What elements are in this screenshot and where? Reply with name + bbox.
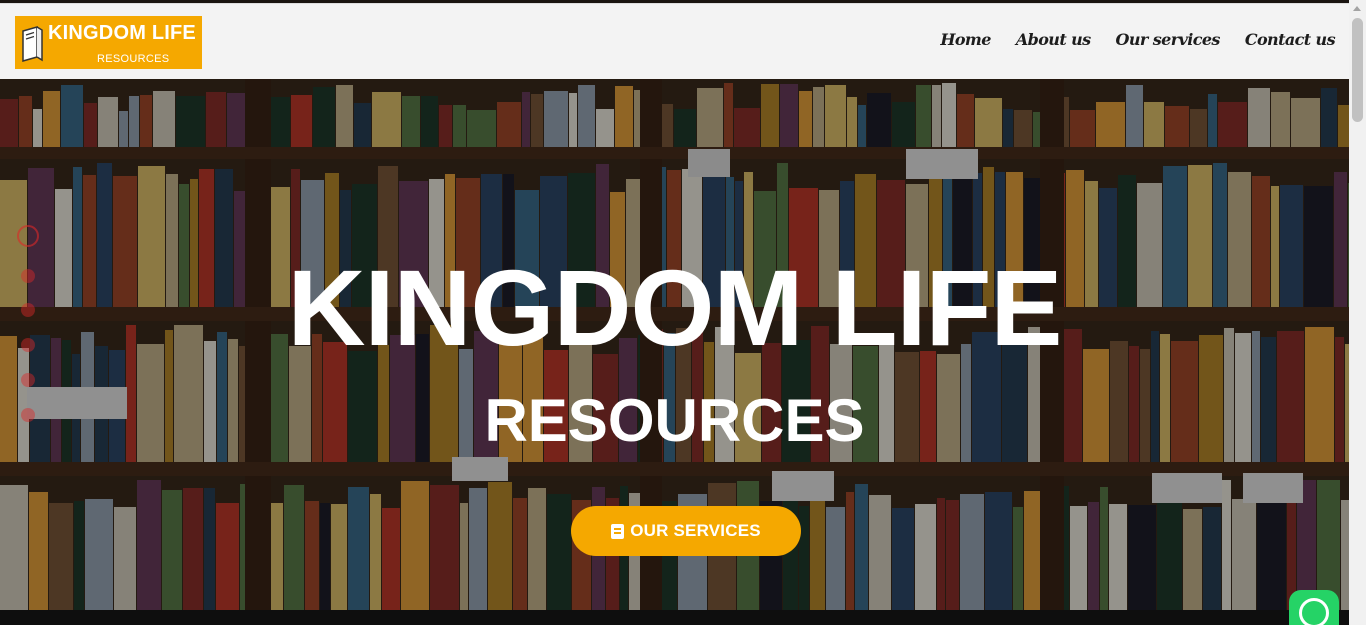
scroll-up-arrow-icon[interactable] bbox=[1353, 6, 1361, 11]
scrollbar-thumb[interactable] bbox=[1352, 18, 1363, 122]
site-logo[interactable]: KINGDOM LIFE RESOURCES bbox=[15, 16, 202, 69]
slider-dot-active[interactable] bbox=[17, 225, 39, 247]
nav-home[interactable]: Home bbox=[940, 30, 991, 49]
whatsapp-icon bbox=[1299, 598, 1329, 625]
nav-contact-us[interactable]: Contact us bbox=[1245, 30, 1336, 49]
nav-our-services[interactable]: Our services bbox=[1116, 30, 1221, 49]
book-icon bbox=[611, 523, 625, 539]
page: KINGDOM LIFE RESOURCES Home About us Our… bbox=[0, 0, 1366, 625]
site-header: KINGDOM LIFE RESOURCES Home About us Our… bbox=[0, 3, 1349, 79]
nav-about-us[interactable]: About us bbox=[1016, 30, 1091, 49]
book-logo-icon bbox=[22, 26, 43, 62]
hero-title: KINGDOM LIFE bbox=[287, 247, 1063, 368]
logo-title: KINGDOM LIFE bbox=[48, 22, 196, 44]
our-services-button[interactable]: OUR SERVICES bbox=[571, 506, 801, 556]
slider-dot[interactable] bbox=[21, 373, 35, 387]
hero-section: KINGDOM LIFE RESOURCES OUR SERVICES bbox=[0, 79, 1349, 610]
logo-subtitle: RESOURCES bbox=[97, 53, 170, 65]
vertical-scrollbar[interactable] bbox=[1349, 0, 1366, 625]
whatsapp-button[interactable] bbox=[1289, 590, 1339, 625]
hero-subtitle: RESOURCES bbox=[484, 387, 865, 454]
main-nav: Home About us Our services Contact us bbox=[940, 30, 1335, 49]
footer-strip bbox=[0, 610, 1349, 625]
our-services-button-label: OUR SERVICES bbox=[630, 521, 761, 540]
